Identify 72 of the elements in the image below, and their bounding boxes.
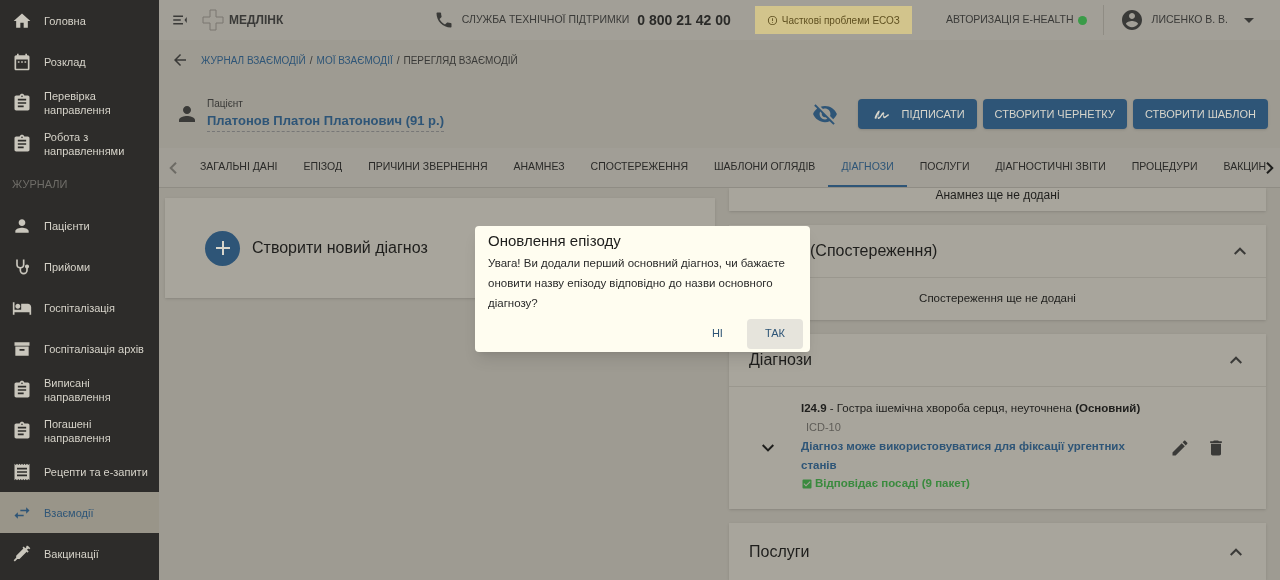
compliance-status: Відповідає посаді (9 пакет)	[815, 476, 970, 492]
cross-logo-icon	[201, 8, 225, 32]
section-title: Послуги	[749, 541, 810, 562]
breadcrumb-current: ПЕРЕГЛЯД ВЗАЄМОДІЙ	[403, 53, 518, 68]
dropdown-caret-icon	[1244, 17, 1254, 23]
tab[interactable]: ШАБЛОНИ ОГЛЯДІВ	[701, 148, 829, 187]
checkbox-checked-icon	[801, 477, 813, 490]
empty-message: Спостереження ще не додані	[919, 291, 1076, 307]
support-label: СЛУЖБА ТЕХНІЧНОЇ ПІДТРИМКИ	[461, 12, 630, 28]
sidebar-item[interactable]: Госпіталізація	[0, 287, 159, 328]
support-phone: 0 800 21 42 00	[637, 10, 731, 30]
sidebar-item[interactable]: Погашені направлення	[0, 410, 159, 451]
user-name[interactable]: ЛИСЕНКО В. В.	[1151, 12, 1228, 28]
tab[interactable]: ПОСЛУГИ	[906, 148, 983, 187]
diagnosis-title: I24.9 - Гостра ішемічна хвороба серця, неуточнена (Основний)	[801, 401, 1142, 417]
draft-button[interactable]: СТВОРИТИ ЧЕРНЕТКУ	[982, 99, 1127, 129]
tab[interactable]: ЗАГАЛЬНІ ДАНІ	[187, 148, 291, 187]
chevron-down-icon	[762, 443, 774, 452]
sidebar-item[interactable]: Перевірка направлення	[0, 82, 159, 123]
section-title: Діагнози	[749, 349, 812, 370]
sidebar-item[interactable]: Робота з направленнями	[0, 123, 159, 164]
breadcrumb-separator: /	[396, 53, 400, 68]
clipboard-icon	[12, 420, 32, 441]
tab[interactable]: АНАМНЕЗ	[500, 148, 578, 187]
sign-button[interactable]: ПІДПИСАТИ	[857, 99, 977, 129]
chevron-right-icon[interactable]	[1266, 161, 1274, 174]
section-heading: ЖУРНАЛИ	[12, 177, 68, 193]
code-system: ICD-10	[805, 420, 842, 436]
plus-icon	[215, 241, 230, 255]
warning-text: Часткові проблеми ЕСОЗ	[781, 13, 900, 28]
dialog-button[interactable]: НІ	[693, 318, 741, 349]
sidebar-item[interactable]: Головна	[0, 0, 159, 41]
breadcrumb-link[interactable]: МОЇ ВЗАЄМОДІЇ	[316, 52, 393, 68]
tab[interactable]: ДІАГНОСТИЧНІ ЗВІТИ	[982, 148, 1119, 187]
sidebar-item[interactable]: Вакцинації	[0, 533, 159, 574]
clipboard-icon	[12, 379, 32, 400]
sidebar-item[interactable]: Прийоми	[0, 246, 159, 287]
breadcrumb-separator: /	[309, 53, 313, 68]
tab[interactable]: ПРИЧИНИ ЗВЕРНЕННЯ	[355, 148, 501, 187]
chevron-up-icon	[1234, 246, 1246, 255]
tab[interactable]: СПОСТЕРЕЖЕННЯ	[577, 148, 701, 187]
empty-message: Анамнез ще не додані	[935, 188, 1060, 202]
section-title: (Спостереження)	[810, 240, 938, 261]
dialog-button[interactable]: ТАК	[746, 318, 803, 349]
patient-label: Пацієнт	[207, 97, 244, 112]
account-icon	[1119, 8, 1144, 32]
tab[interactable]: ВАКЦИН	[1210, 148, 1280, 187]
diagnosis-note: Діагноз може використовуватися для фіксації ургентних станів	[801, 439, 1126, 474]
tab[interactable]: ЕПІЗОД	[290, 148, 356, 187]
syringe-icon	[12, 543, 32, 564]
chevron-up-icon	[1230, 547, 1242, 556]
chevron-up-icon	[1230, 355, 1242, 364]
auth-status: АВТОРИЗАЦІЯ E-HEALTH	[945, 12, 1074, 28]
dialog-title: Оновлення епізоду	[488, 231, 622, 251]
clipboard-icon	[12, 133, 32, 154]
create-diagnosis-label[interactable]: Створити новий діагноз	[252, 236, 428, 260]
sidebar-item[interactable]: Розклад	[0, 41, 159, 82]
sidebar-item[interactable]: Пацієнти	[0, 205, 159, 246]
breadcrumb-link[interactable]: ЖУРНАЛ ВЗАЄМОДІЙ	[201, 52, 306, 68]
app-logo-text: МЕДЛІНК	[229, 12, 284, 29]
template-button[interactable]: СТВОРИТИ ШАБЛОН	[1132, 99, 1268, 129]
sidebar-item[interactable]: Госпіталізація архів	[0, 328, 159, 369]
dialog-message: Увага! Ви додали перший основний діагноз, чи бажаєте оновити назву епізоду відповідно до назви основного діагнозу?	[488, 255, 786, 311]
tab[interactable]: ПРОЦЕДУРИ	[1118, 148, 1211, 187]
patient-name[interactable]: Платонов Платон Платонович (91 р.)	[207, 111, 444, 132]
receipt-icon	[12, 461, 32, 482]
sidebar-item[interactable]: Рецепти та е-запити	[0, 451, 159, 492]
sidebar-item[interactable]: Виписані направлення	[0, 369, 159, 410]
clipboard-icon	[12, 92, 32, 113]
add-button[interactable]	[205, 230, 240, 266]
eye-off-icon[interactable]	[811, 101, 838, 127]
calendar-icon	[12, 51, 32, 72]
